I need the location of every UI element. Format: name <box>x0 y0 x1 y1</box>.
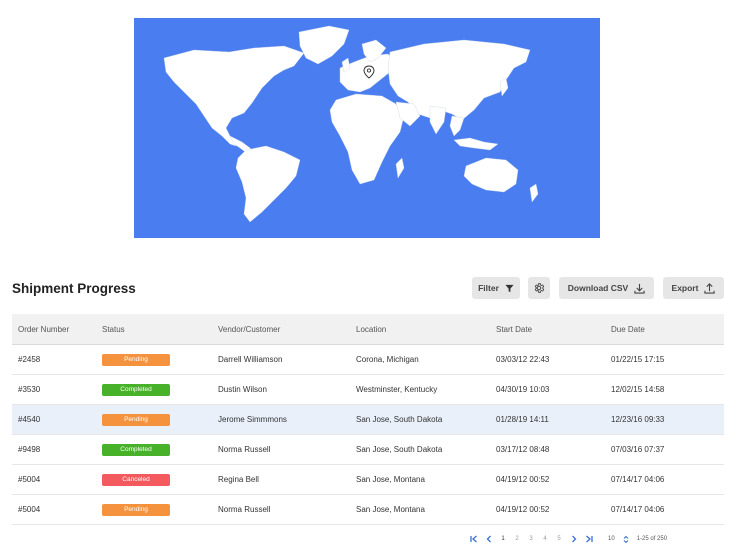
column-header-start-date[interactable]: Start Date <box>496 325 611 334</box>
north-america-landmass <box>163 45 305 147</box>
start-date-cell: 03/03/12 22:43 <box>496 355 550 364</box>
madagascar-landmass <box>395 157 405 179</box>
order-number-cell: #5004 <box>18 505 41 514</box>
first-page-button[interactable] <box>466 535 481 543</box>
due-date-cell: 07/03/16 07:37 <box>611 445 665 454</box>
customer-cell: Dustin Wilson <box>218 385 267 394</box>
africa-landmass <box>329 93 405 185</box>
status-badge: Completed <box>102 383 170 396</box>
status-badge: Pending <box>102 503 170 516</box>
per-page-select[interactable]: 10 <box>608 535 629 544</box>
due-date-cell: 12/02/15 14:58 <box>611 385 665 394</box>
status-badge: Pending <box>102 413 170 426</box>
pagination-range: 1-25 of 250 <box>636 536 668 542</box>
export-button[interactable]: Export <box>663 277 724 299</box>
due-date-cell: 07/14/17 04:06 <box>611 475 665 484</box>
status-badge: Completed <box>102 443 170 456</box>
download-icon <box>634 283 645 294</box>
download-csv-button[interactable]: Download CSV <box>559 277 654 299</box>
location-cell: San Jose, South Dakota <box>356 445 443 454</box>
last-page-button[interactable] <box>581 535 596 543</box>
indonesia-landmass <box>453 137 499 151</box>
settings-button[interactable] <box>528 277 550 299</box>
filter-label: Filter <box>478 283 499 293</box>
order-number-cell: #2458 <box>18 355 41 364</box>
column-header-status[interactable]: Status <box>102 325 218 334</box>
due-date-cell: 01/22/15 17:15 <box>611 355 665 364</box>
customer-cell: Jerome Simmmons <box>218 415 287 424</box>
column-header-location[interactable]: Location <box>356 325 496 334</box>
status-badge: Pending <box>102 353 170 366</box>
chevron-right-icon <box>571 535 576 543</box>
start-date-cell: 01/28/19 14:11 <box>496 415 549 424</box>
order-number-cell: #5004 <box>18 475 41 484</box>
location-cell: Westminster, Kentucky <box>356 385 438 394</box>
shipment-table: Order Number Status Vendor/Customer Loca… <box>12 314 724 525</box>
column-header-due-date[interactable]: Due Date <box>611 325 724 334</box>
next-page-button[interactable] <box>566 535 581 543</box>
customer-cell: Darrell Williamson <box>218 355 283 364</box>
table-row[interactable]: #9498 Completed Norma Russell San Jose, … <box>12 435 724 465</box>
status-badge: Canceled <box>102 473 170 486</box>
last-page-icon <box>585 535 593 543</box>
start-date-cell: 03/17/12 08:48 <box>496 445 550 454</box>
customer-cell: Norma Russell <box>218 445 271 454</box>
page-button-2[interactable]: 2 <box>510 536 524 542</box>
table-row[interactable]: #3530 Completed Dustin Wilson Westminste… <box>12 375 724 405</box>
table-header: Order Number Status Vendor/Customer Loca… <box>12 314 724 345</box>
location-cell: San Jose, Montana <box>356 475 425 484</box>
filter-button[interactable]: Filter <box>472 277 520 299</box>
order-number-cell: #3530 <box>18 385 41 394</box>
per-page-value: 10 <box>608 536 615 542</box>
table-row[interactable]: #4540 Pending Jerome Simmmons San Jose, … <box>12 405 724 435</box>
location-cell: San Jose, South Dakota <box>356 415 443 424</box>
page-title: Shipment Progress <box>12 281 136 296</box>
india-landmass <box>429 105 447 135</box>
first-page-icon <box>469 535 477 543</box>
filter-icon <box>505 284 514 292</box>
southeast-asia-landmass <box>449 115 465 137</box>
upload-icon <box>704 282 716 294</box>
page-button-4[interactable]: 4 <box>538 536 552 542</box>
page-button-1[interactable]: 1 <box>496 536 510 542</box>
export-label: Export <box>671 283 699 293</box>
table-row[interactable]: #5004 Pending Norma Russell San Jose, Mo… <box>12 495 724 525</box>
prev-page-button[interactable] <box>481 535 496 543</box>
page-button-3[interactable]: 3 <box>524 536 538 542</box>
south-america-landmass <box>235 145 301 223</box>
download-csv-label: Download CSV <box>567 283 629 293</box>
due-date-cell: 07/14/17 04:06 <box>611 505 665 514</box>
due-date-cell: 12/23/16 09:33 <box>611 415 665 424</box>
location-cell: Corona, Michigan <box>356 355 419 364</box>
customer-cell: Regina Bell <box>218 475 259 484</box>
chevron-left-icon <box>486 535 491 543</box>
gear-icon <box>534 283 545 293</box>
start-date-cell: 04/19/12 00:52 <box>496 475 550 484</box>
start-date-cell: 04/19/12 00:52 <box>496 505 550 514</box>
column-header-order-number[interactable]: Order Number <box>12 325 102 334</box>
order-number-cell: #9498 <box>18 445 41 454</box>
pagination: 1 2 3 4 5 10 1-25 of 250 <box>466 533 667 545</box>
page-button-5[interactable]: 5 <box>552 536 566 542</box>
start-date-cell: 04/30/19 10:03 <box>496 385 550 394</box>
column-header-vendor-customer[interactable]: Vendor/Customer <box>218 325 356 334</box>
greenland-landmass <box>298 25 350 65</box>
stepper-icon <box>623 535 629 543</box>
australia-landmass <box>463 157 519 193</box>
order-number-cell: #4540 <box>18 415 41 424</box>
customer-cell: Norma Russell <box>218 505 271 514</box>
new-zealand-landmass <box>529 183 539 203</box>
location-cell: San Jose, Montana <box>356 505 425 514</box>
table-row[interactable]: #5004 Canceled Regina Bell San Jose, Mon… <box>12 465 724 495</box>
world-map-graphic <box>163 25 539 223</box>
table-row[interactable]: #2458 Pending Darrell Williamson Corona,… <box>12 345 724 375</box>
world-map[interactable] <box>134 18 600 238</box>
